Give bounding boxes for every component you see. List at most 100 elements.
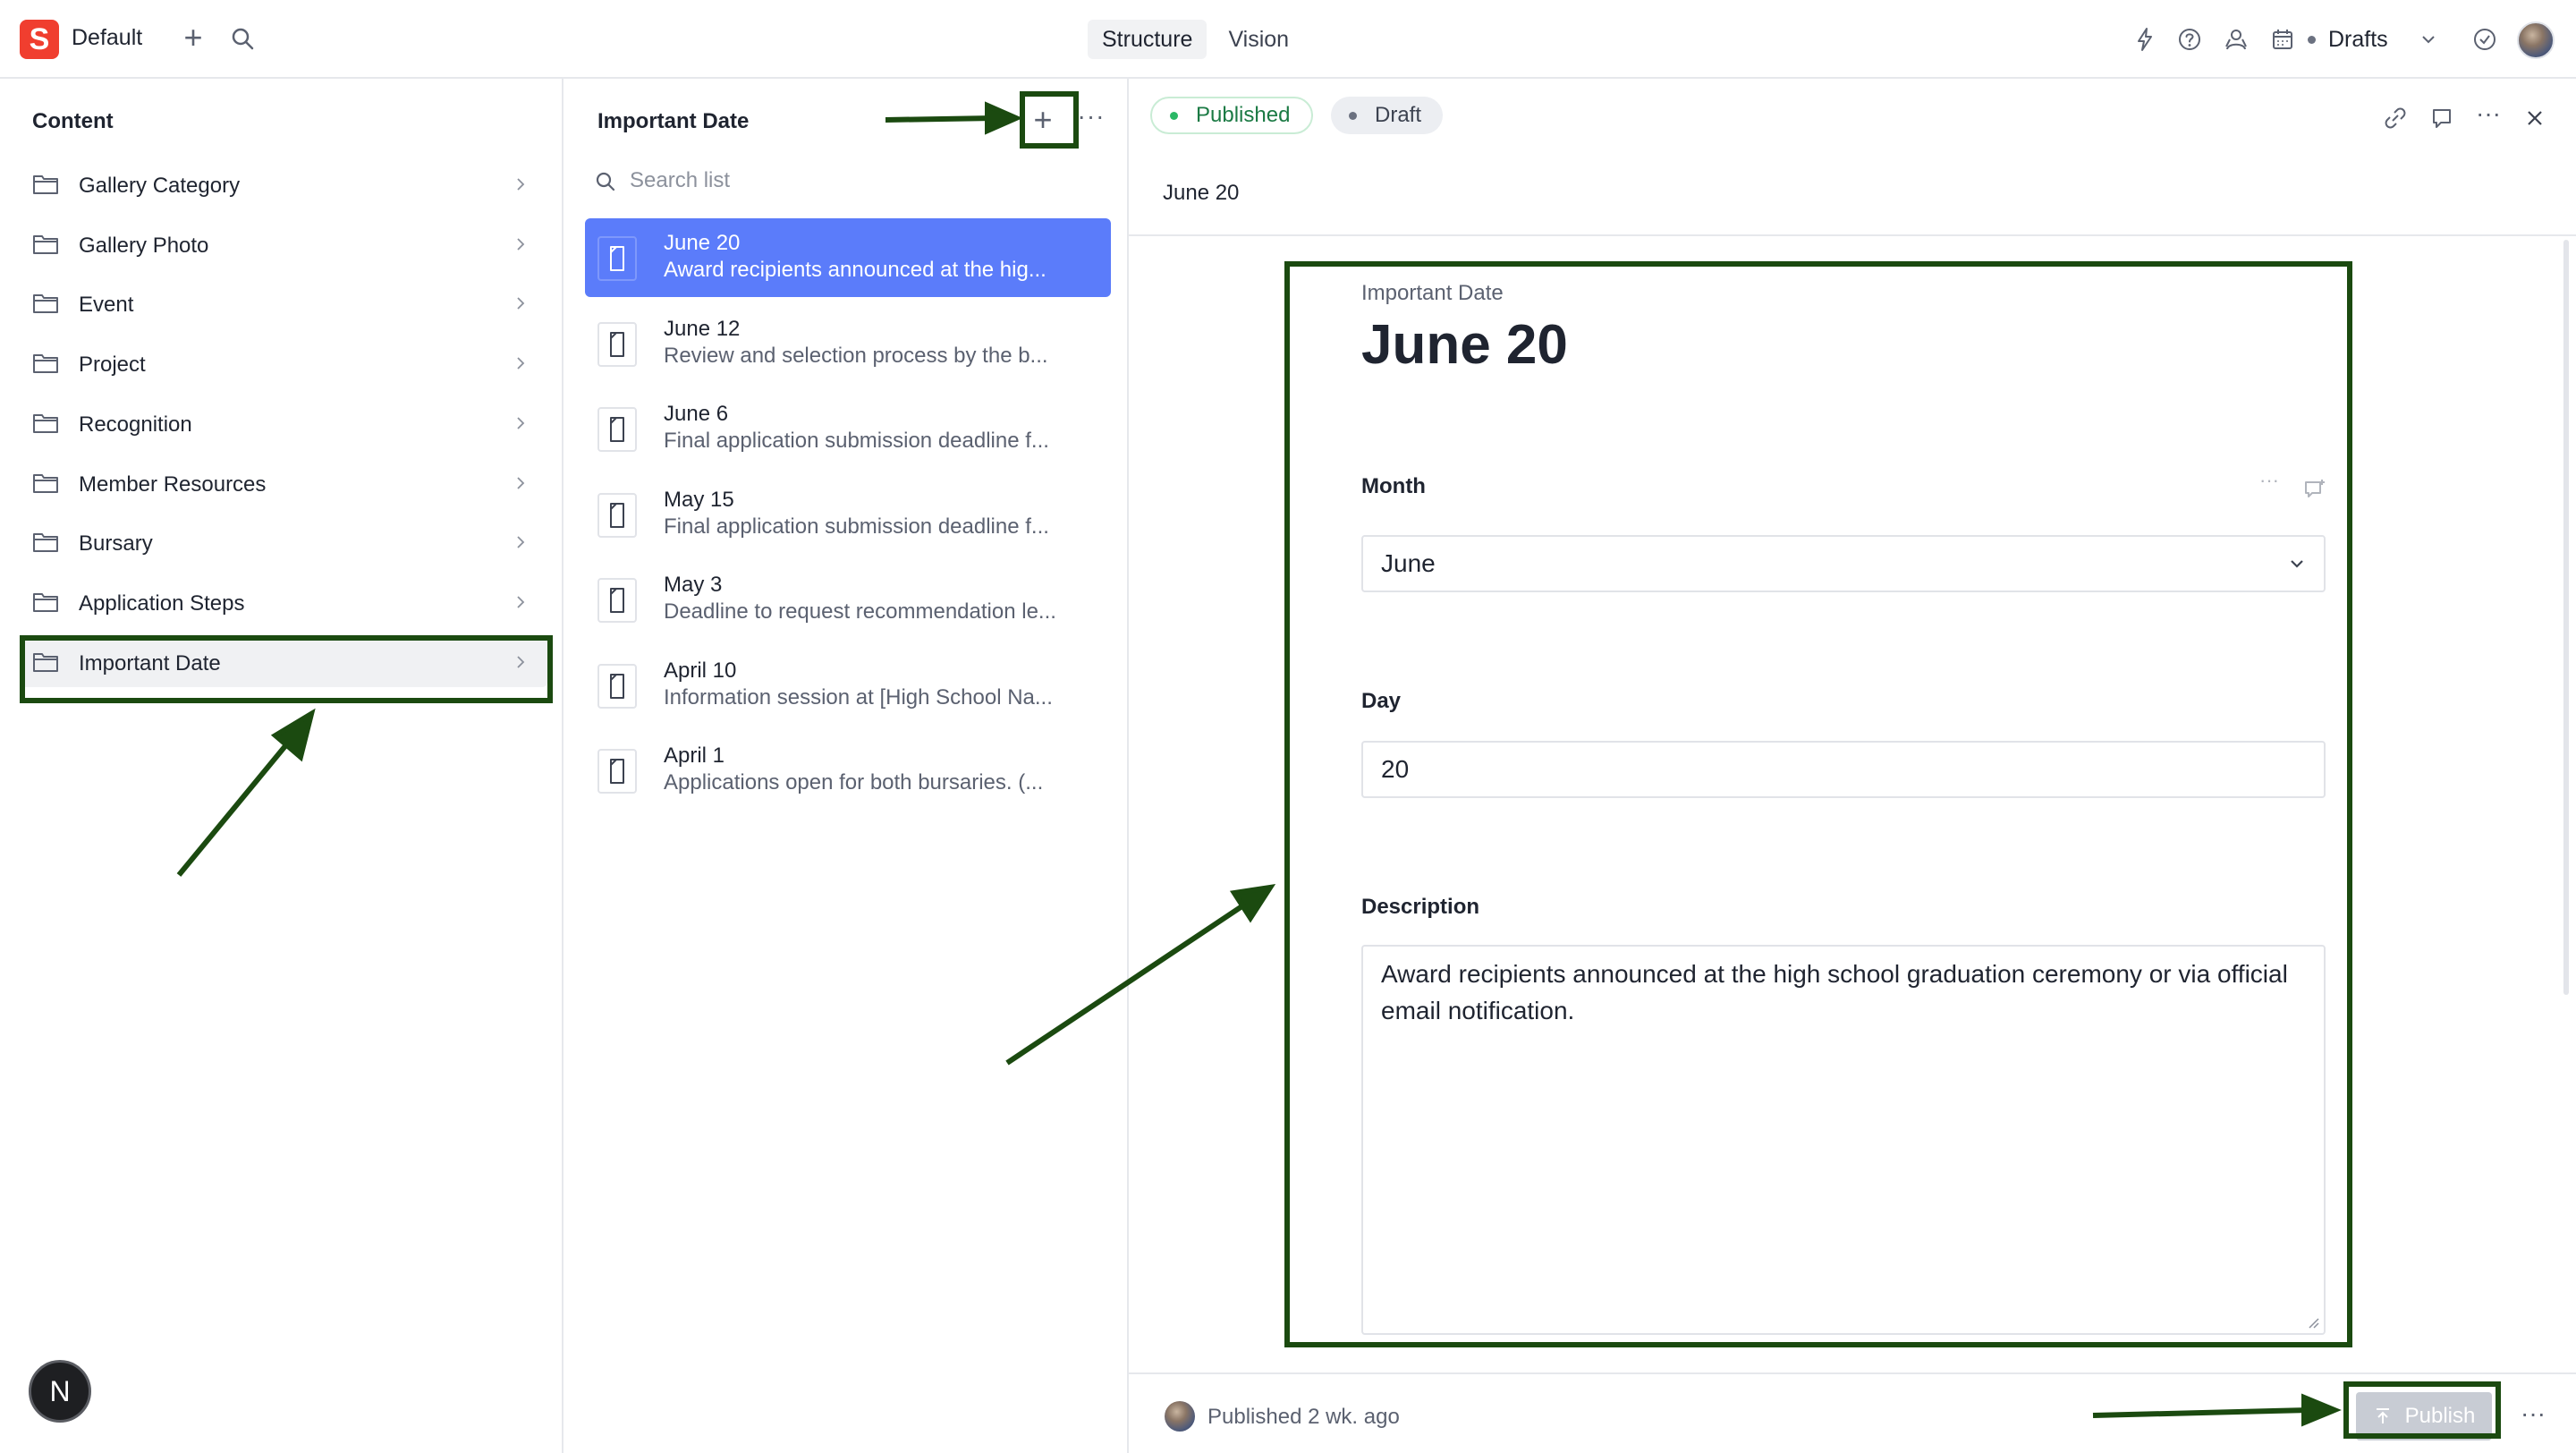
- lightning-icon[interactable]: [2131, 25, 2159, 54]
- sidebar-item-label: Gallery Category: [79, 174, 241, 198]
- published-label: Published: [1196, 103, 1291, 127]
- sanity-logo[interactable]: S: [20, 20, 59, 59]
- sidebar-item-label: Project: [79, 353, 146, 378]
- document-list-item[interactable]: May 15 Final application submission deadl…: [585, 475, 1111, 554]
- create-document-button[interactable]: +: [1025, 104, 1061, 140]
- document-title: June 12: [664, 316, 741, 341]
- folder-icon: [33, 533, 58, 553]
- user-avatar[interactable]: [2517, 21, 2555, 59]
- create-new-icon[interactable]: +: [175, 21, 211, 57]
- search-icon[interactable]: [227, 23, 259, 55]
- comment-icon[interactable]: [2428, 104, 2456, 132]
- users-icon[interactable]: [2222, 25, 2250, 54]
- publish-status-text: Published 2 wk. ago: [1208, 1405, 1400, 1429]
- month-select-value: June: [1381, 549, 1436, 577]
- folder-icon: [33, 473, 58, 493]
- month-select[interactable]: June: [1361, 535, 2326, 592]
- chevron-right-icon: [517, 476, 525, 489]
- sidebar-item-label: Bursary: [79, 531, 153, 557]
- document-list-item[interactable]: June 6 Final application submission deadl…: [585, 389, 1111, 468]
- folder-icon: [33, 354, 58, 374]
- sidebar-item-label: Recognition: [79, 412, 192, 437]
- folder-icon: [33, 234, 58, 254]
- resize-handle-icon[interactable]: [2306, 1315, 2320, 1330]
- month-field-label: Month: [1361, 474, 1426, 498]
- document-icon: [597, 492, 637, 538]
- folder-icon: [33, 294, 58, 314]
- more-options-icon[interactable]: ···: [2474, 101, 2503, 132]
- day-field-label: Day: [1361, 689, 1402, 713]
- document-icon: [597, 578, 637, 623]
- search-list-input[interactable]: [630, 165, 1077, 197]
- document-subtitle: Deadline to request recommendation le...: [664, 599, 1056, 624]
- document-list-item[interactable]: May 3 Deadline to request recommendation …: [585, 560, 1111, 639]
- published-status-chip[interactable]: Published: [1150, 97, 1314, 134]
- sidebar-item-application-steps[interactable]: Application Steps: [20, 577, 547, 627]
- document-list-title: Important Date: [597, 109, 750, 133]
- day-input[interactable]: 20: [1361, 741, 2326, 798]
- chevron-right-icon: [517, 596, 525, 608]
- add-comment-icon[interactable]: [2302, 478, 2327, 503]
- tab-structure[interactable]: Structure: [1088, 20, 1208, 59]
- tab-vision[interactable]: Vision: [1214, 20, 1303, 59]
- document-list-item[interactable]: April 10 Information session at [High Sch…: [585, 646, 1111, 725]
- top-bar: S Default + Structure Vision Drafts: [0, 0, 2576, 79]
- publish-button[interactable]: Publish: [2356, 1392, 2492, 1440]
- document-title: June 6: [664, 402, 729, 426]
- document-type-label: Important Date: [1361, 281, 1504, 305]
- help-icon[interactable]: [2175, 25, 2204, 54]
- field-actions: ···: [2259, 469, 2327, 505]
- sidebar-item-project[interactable]: Project: [20, 338, 547, 388]
- document-subtitle: Information session at [High School Na..…: [664, 684, 1053, 710]
- publisher-avatar: [1165, 1401, 1195, 1432]
- sidebar-item-event[interactable]: Event: [20, 278, 547, 328]
- editor-scrollbar[interactable]: [2563, 240, 2569, 995]
- folder-icon: [33, 413, 58, 433]
- drafts-label: Drafts: [2328, 26, 2388, 52]
- document-list-item[interactable]: June 12 Review and selection process by t…: [585, 304, 1111, 383]
- document-icon: [597, 321, 637, 367]
- draft-label: Draft: [1375, 103, 1422, 127]
- document-list-item[interactable]: April 1 Applications open for both bursar…: [585, 731, 1111, 810]
- next-dev-tools-button[interactable]: N: [29, 1360, 91, 1423]
- chevron-right-icon: [517, 297, 525, 310]
- document-subtitle: Final application submission deadline f.…: [664, 514, 1049, 539]
- document-title: May 3: [664, 573, 723, 597]
- description-textarea[interactable]: Award recipients announced at the high s…: [1361, 945, 2326, 1335]
- close-icon[interactable]: [2521, 104, 2549, 132]
- field-more-icon[interactable]: ···: [2259, 469, 2279, 492]
- link-icon[interactable]: [2381, 104, 2410, 132]
- publish-label: Publish: [2404, 1404, 2476, 1428]
- folder-icon: [33, 175, 58, 194]
- document-title: June 20: [1361, 314, 1568, 376]
- sidebar-item-important-date[interactable]: Important Date: [20, 636, 547, 687]
- document-editor: Published Draft ··· June 20 Important Da…: [1129, 79, 2576, 1453]
- chevron-right-icon: [517, 178, 525, 191]
- document-title: April 10: [664, 658, 737, 683]
- tasks-check-icon[interactable]: [2470, 25, 2499, 54]
- document-heading: June 20: [1163, 181, 1240, 205]
- footer-more-icon[interactable]: ···: [2515, 1399, 2551, 1435]
- calendar-icon[interactable]: [2268, 25, 2297, 54]
- chevron-right-icon: [517, 655, 525, 668]
- document-subtitle: Applications open for both bursaries. (.…: [664, 770, 1044, 794]
- chevron-down-icon: [2291, 560, 2303, 568]
- document-list-item[interactable]: June 20 Award recipients announced at the…: [585, 218, 1111, 297]
- sidebar-item-bursary[interactable]: Bursary: [20, 517, 547, 567]
- sidebar-item-recognition[interactable]: Recognition: [20, 398, 547, 448]
- chevron-down-icon: [2421, 36, 2435, 44]
- sidebar-item-gallery-photo[interactable]: Gallery Photo: [20, 219, 547, 269]
- document-subtitle: Final application submission deadline f.…: [664, 429, 1049, 453]
- perspective-dropdown[interactable]: Drafts: [2308, 20, 2438, 59]
- draft-status-chip[interactable]: Draft: [1331, 97, 1444, 134]
- document-subtitle: Review and selection process by the b...: [664, 343, 1048, 368]
- publish-icon: [2376, 1408, 2389, 1423]
- sidebar-item-gallery-category[interactable]: Gallery Category: [20, 159, 547, 209]
- sidebar-item-member-resources[interactable]: Member Resources: [20, 458, 547, 508]
- workspace-name[interactable]: Default: [72, 25, 142, 51]
- chevron-right-icon: [517, 536, 525, 548]
- chevron-right-icon: [517, 417, 525, 429]
- list-more-icon[interactable]: ···: [1073, 104, 1109, 140]
- description-field-label: Description: [1361, 895, 1480, 919]
- document-subtitle: Award recipients announced at the hig...: [664, 258, 1046, 282]
